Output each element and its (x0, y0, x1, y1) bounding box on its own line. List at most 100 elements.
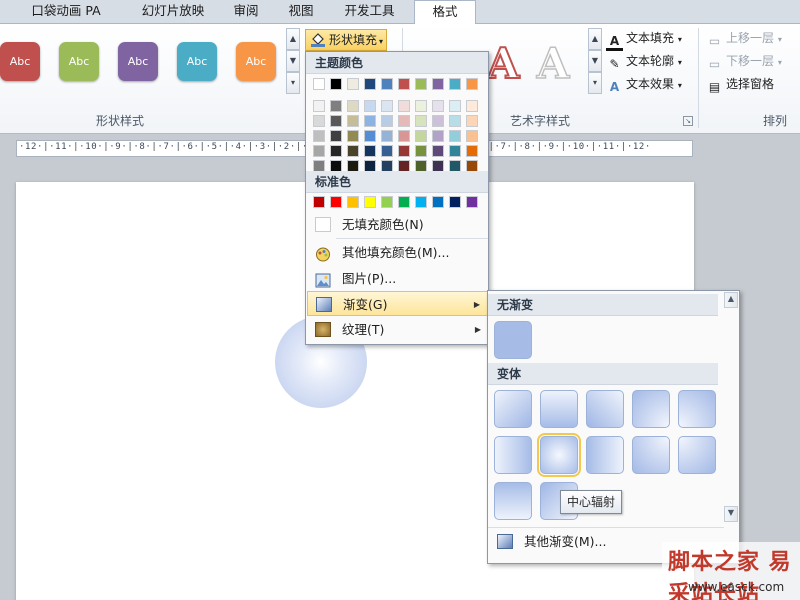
text-fill-button[interactable]: A 文本填充 ▾ (606, 28, 682, 51)
gradient-variant-linear-left[interactable] (586, 436, 624, 474)
theme-color-swatch[interactable] (347, 100, 359, 112)
gallery-scroll-up[interactable]: ▲ (286, 28, 300, 50)
standard-color-swatch[interactable] (347, 196, 359, 208)
tab-pocket-animation[interactable]: 口袋动画 PA (18, 0, 114, 24)
shape-style-green[interactable]: Abc (59, 42, 99, 81)
gradient-variant-linear-diagonal-tl[interactable] (494, 390, 532, 428)
standard-color-swatch[interactable] (449, 196, 461, 208)
theme-color-swatch[interactable] (432, 115, 444, 127)
standard-color-swatch[interactable] (364, 196, 376, 208)
texture-fill-item[interactable]: 纹理(T) ▶ (307, 317, 489, 342)
theme-color-swatch[interactable] (432, 145, 444, 157)
theme-color-swatch[interactable] (330, 145, 342, 157)
theme-color-swatch[interactable] (330, 130, 342, 142)
picture-fill-item[interactable]: 图片(P)... (307, 266, 489, 291)
theme-color-swatch[interactable] (381, 78, 393, 90)
shape-style-orange[interactable]: Abc (236, 42, 276, 81)
wordart-more[interactable]: ▾ (588, 72, 602, 94)
theme-color-swatch[interactable] (415, 100, 427, 112)
gradient-fill-item[interactable]: 渐变(G) ▶ (307, 291, 489, 316)
theme-color-swatch[interactable] (398, 145, 410, 157)
standard-color-swatch[interactable] (398, 196, 410, 208)
theme-color-swatch[interactable] (449, 130, 461, 142)
tab-developer[interactable]: 开发工具 (332, 0, 407, 24)
bring-forward-button[interactable]: ▭ 上移一层 ▾ (706, 28, 782, 48)
no-fill-item[interactable]: 无填充颜色(N) (307, 212, 489, 237)
theme-color-swatch[interactable] (313, 100, 325, 112)
theme-color-swatch[interactable] (330, 115, 342, 127)
standard-color-swatch[interactable] (313, 196, 325, 208)
theme-color-swatch[interactable] (466, 145, 478, 157)
theme-color-swatch[interactable] (330, 100, 342, 112)
theme-color-swatch[interactable] (381, 100, 393, 112)
more-fill-colors-item[interactable]: 其他填充颜色(M)... (307, 240, 489, 265)
text-effects-button[interactable]: A 文本效果 ▾ (606, 74, 682, 94)
theme-color-swatch[interactable] (398, 115, 410, 127)
theme-color-swatch[interactable] (398, 78, 410, 90)
shape-fill-button[interactable]: 形状填充 ▾ (305, 29, 388, 51)
wordart-scroll-up[interactable]: ▲ (588, 28, 602, 50)
standard-color-swatch[interactable] (432, 196, 444, 208)
theme-color-swatch[interactable] (398, 100, 410, 112)
theme-color-swatch[interactable] (415, 78, 427, 90)
theme-color-swatch[interactable] (449, 100, 461, 112)
gradient-variant-from-center[interactable] (537, 433, 581, 477)
selection-pane-button[interactable]: ▤ 选择窗格 (706, 74, 774, 94)
theme-color-swatch[interactable] (466, 115, 478, 127)
theme-color-swatch[interactable] (347, 130, 359, 142)
theme-color-swatch[interactable] (364, 145, 376, 157)
theme-color-swatch[interactable] (466, 130, 478, 142)
gradient-variant-linear-down[interactable] (540, 390, 578, 428)
theme-color-swatch[interactable] (347, 78, 359, 90)
shape-style-aqua[interactable]: Abc (177, 42, 217, 81)
theme-color-swatch[interactable] (381, 145, 393, 157)
theme-color-swatch[interactable] (466, 100, 478, 112)
theme-color-swatch[interactable] (364, 115, 376, 127)
theme-color-swatch[interactable] (449, 78, 461, 90)
gradient-variant-corner-bl[interactable] (632, 436, 670, 474)
theme-color-swatch[interactable] (449, 145, 461, 157)
theme-color-swatch[interactable] (381, 130, 393, 142)
wordart-scroll-down[interactable]: ▼ (588, 50, 602, 72)
dialog-launcher-icon[interactable]: ↘ (683, 116, 693, 126)
theme-color-swatch[interactable] (381, 115, 393, 127)
theme-color-swatch[interactable] (364, 100, 376, 112)
send-backward-button[interactable]: ▭ 下移一层 ▾ (706, 51, 782, 71)
standard-color-swatch[interactable] (415, 196, 427, 208)
tab-view[interactable]: 视图 (277, 0, 325, 24)
text-outline-button[interactable]: ✎ 文本轮廓 ▾ (606, 51, 681, 71)
theme-color-swatch[interactable] (466, 78, 478, 90)
gradient-variant-linear-right[interactable] (494, 436, 532, 474)
theme-color-swatch[interactable] (313, 130, 325, 142)
theme-color-swatch[interactable] (364, 130, 376, 142)
submenu-scroll-down[interactable]: ▼ (724, 506, 738, 522)
standard-color-swatch[interactable] (330, 196, 342, 208)
submenu-scroll-up[interactable]: ▲ (724, 292, 738, 308)
shape-style-red[interactable]: Abc (0, 42, 40, 81)
theme-color-swatch[interactable] (330, 78, 342, 90)
gallery-more[interactable]: ▾ (286, 72, 300, 94)
gradient-variant-corner-tl[interactable] (632, 390, 670, 428)
theme-color-swatch[interactable] (432, 100, 444, 112)
gradient-variant-linear-diagonal-tr[interactable] (586, 390, 624, 428)
tab-format[interactable]: 格式 (414, 0, 476, 25)
theme-color-swatch[interactable] (313, 115, 325, 127)
tab-slideshow[interactable]: 幻灯片放映 (128, 0, 218, 24)
standard-color-swatch[interactable] (466, 196, 478, 208)
theme-color-swatch[interactable] (347, 145, 359, 157)
shape-style-purple[interactable]: Abc (118, 42, 158, 81)
wordart-sample-outline[interactable]: A (532, 38, 574, 90)
tab-review[interactable]: 审阅 (222, 0, 270, 24)
theme-color-swatch[interactable] (415, 115, 427, 127)
gradient-variant-corner-tr[interactable] (678, 390, 716, 428)
gallery-scroll-down[interactable]: ▼ (286, 50, 300, 72)
theme-color-swatch[interactable] (364, 78, 376, 90)
theme-color-swatch[interactable] (313, 78, 325, 90)
theme-color-swatch[interactable] (347, 115, 359, 127)
standard-color-swatch[interactable] (381, 196, 393, 208)
theme-color-swatch[interactable] (449, 115, 461, 127)
gradient-variant-linear-up[interactable] (494, 482, 532, 520)
theme-color-swatch[interactable] (313, 145, 325, 157)
theme-color-swatch[interactable] (432, 78, 444, 90)
theme-color-swatch[interactable] (415, 130, 427, 142)
